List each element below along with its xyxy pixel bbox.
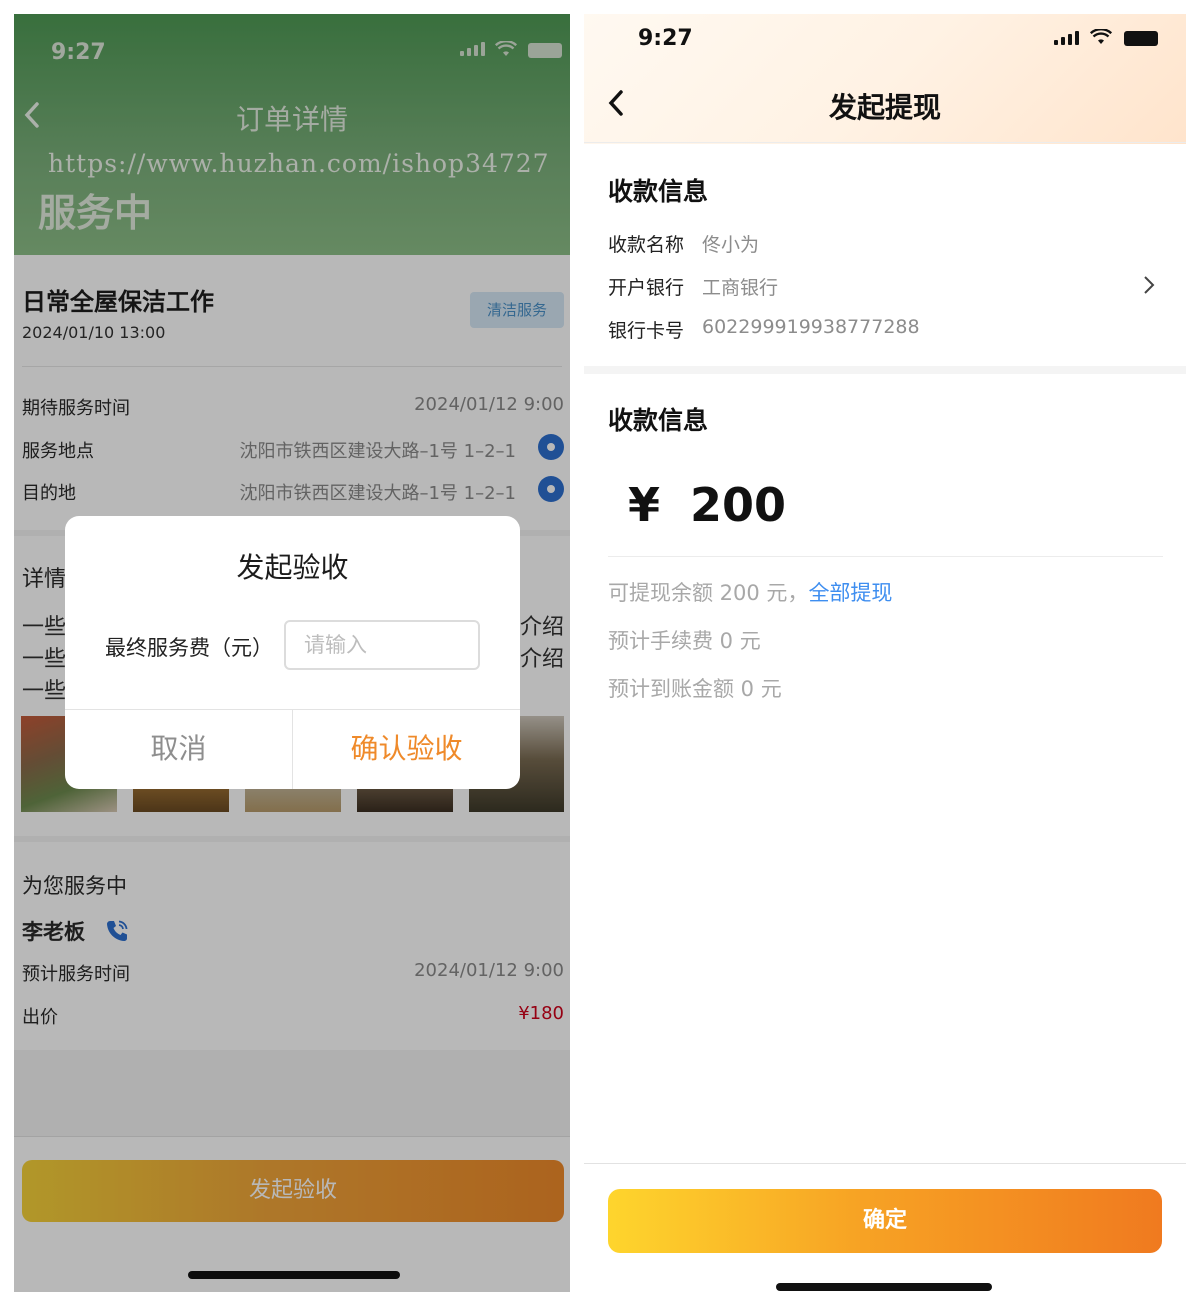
final-fee-label: 最终服务费（元） [105,636,273,660]
dialog-title: 发起验收 [236,551,349,584]
card-number-label: 银行卡号 [608,320,685,342]
confirm-button[interactable]: 确定 [608,1189,1162,1253]
estimated-fee-text: 预计手续费 0 元 [608,629,761,653]
available-balance: 可提现余额 200 元， [608,581,809,605]
payee-section-title: 收款信息 [608,177,709,206]
status-bar-time: 9:27 [638,26,693,51]
section-separator [584,366,1186,374]
cellular-signal-icon [1054,31,1079,45]
amount-underline [608,556,1163,557]
acceptance-dialog: 发起验收 最终服务费（元） 请输入 取消 确认验收 [65,516,520,789]
estimated-arrival-text: 预计到账金额 0 元 [608,677,782,701]
confirm-acceptance-button[interactable]: 确认验收 [293,709,520,789]
final-fee-input[interactable]: 请输入 [284,620,480,670]
bank-value: 工商银行 [702,277,779,299]
header-divider [584,142,1186,143]
withdraw-amount-input[interactable]: ¥200 [628,478,786,532]
withdraw-all-link[interactable]: 全部提现 [808,581,892,605]
wifi-icon [1090,29,1112,44]
chevron-right-icon [1144,276,1155,294]
amount-section-title: 收款信息 [608,406,709,435]
withdraw-header: 9:27 发起提现 [584,14,1186,144]
page-title: 发起提现 [828,91,941,124]
home-indicator [776,1283,992,1291]
cancel-button[interactable]: 取消 [65,709,292,789]
footer-divider [584,1163,1186,1164]
currency-symbol: ¥ [628,478,661,532]
withdraw-screen: 9:27 发起提现 收款信息 收款名称 佟小为 开户银行 工商银行 银行卡号 6… [584,14,1186,1292]
withdraw-amount-value: 200 [690,478,787,532]
payee-name-label: 收款名称 [608,234,685,256]
battery-icon [1124,31,1158,46]
available-balance-text: 可提现余额 200 元，全部提现 [608,577,892,607]
card-number-value: 6022999199387772​88 [702,316,920,338]
payee-name-value: 佟小为 [702,234,760,256]
order-detail-screen: 9:27 订单详情 https://www.huzhan.com/ishop34… [14,14,570,1292]
bank-label: 开户银行 [608,277,685,299]
